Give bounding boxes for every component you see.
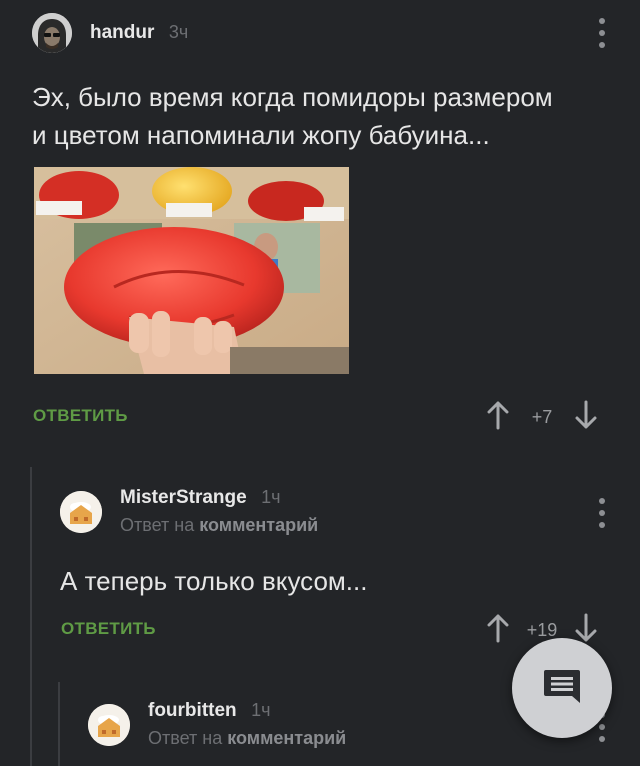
thread-line [58, 682, 60, 766]
comment-icon [542, 667, 582, 710]
avatar[interactable] [60, 490, 102, 533]
reply-to: Ответ на комментарий [148, 728, 346, 749]
comment-meta: handur 3ч [90, 22, 188, 44]
comment-text-line: Эх, было время когда помидоры размером [32, 82, 553, 112]
username[interactable]: fourbitten [148, 700, 237, 721]
avatar[interactable] [32, 13, 72, 53]
reply-to-link[interactable]: комментарий [199, 515, 318, 535]
reply-button[interactable]: ОТВЕТИТЬ [33, 406, 128, 426]
reply-to-prefix: Ответ на [120, 515, 195, 535]
add-comment-button[interactable] [512, 638, 612, 738]
vote-controls: +7 [484, 400, 600, 435]
arrow-up-icon[interactable] [484, 613, 512, 648]
timestamp: 1ч [261, 487, 281, 507]
username[interactable]: MisterStrange [120, 487, 247, 508]
more-vertical-icon[interactable] [592, 498, 612, 528]
comment-meta: fourbitten 1ч Ответ на комментарий [148, 700, 346, 749]
username[interactable]: handur [90, 22, 154, 43]
comment-header: handur 3ч [32, 13, 188, 53]
comment-text: Эх, было время когда помидоры размером и… [32, 78, 553, 154]
timestamp: 1ч [251, 700, 271, 720]
timestamp: 3ч [168, 22, 189, 42]
rating: +7 [531, 407, 553, 427]
avatar[interactable] [88, 703, 130, 746]
comment-text: А теперь только вкусом... [60, 566, 368, 596]
reply-to: Ответ на комментарий [120, 515, 318, 536]
comment-meta: MisterStrange 1ч Ответ на комментарий [120, 487, 318, 536]
reply-to-prefix: Ответ на [148, 728, 223, 748]
more-vertical-icon[interactable] [592, 18, 612, 48]
comment-text-line: и цветом напоминали жопу бабуина... [32, 120, 490, 150]
arrow-up-icon[interactable] [484, 400, 512, 435]
thread-line [30, 467, 32, 766]
reply-to-link[interactable]: комментарий [227, 728, 346, 748]
reply-button[interactable]: ОТВЕТИТЬ [61, 619, 156, 639]
comment-header: fourbitten 1ч Ответ на комментарий [88, 700, 346, 749]
comment-header: MisterStrange 1ч Ответ на комментарий [60, 487, 318, 536]
arrow-down-icon[interactable] [572, 400, 600, 435]
comment-image[interactable] [34, 167, 349, 374]
